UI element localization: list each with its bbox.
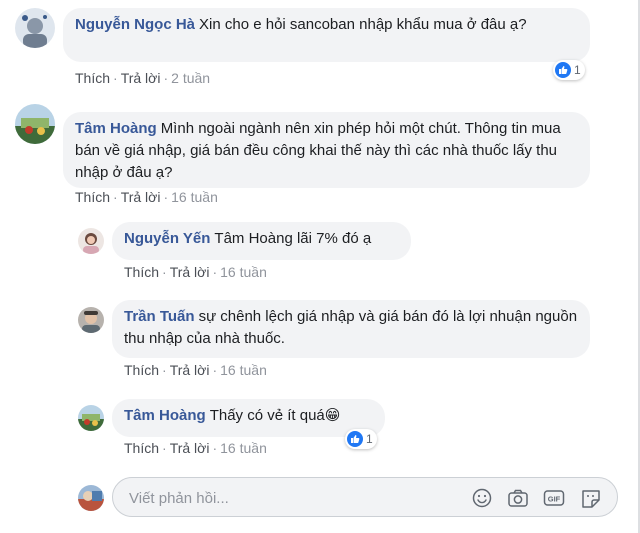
like-icon bbox=[347, 431, 363, 447]
comment-bubble: Tâm Hoàng Mình ngoài ngành nên xin phép h… bbox=[63, 112, 590, 188]
reply-author[interactable]: Nguyễn Yến bbox=[124, 230, 210, 247]
reply-link[interactable]: Trả lời bbox=[170, 362, 210, 378]
svg-text:GIF: GIF bbox=[548, 495, 561, 504]
gif-icon[interactable]: GIF bbox=[543, 488, 565, 508]
avatar[interactable] bbox=[15, 104, 55, 144]
reply-author[interactable]: Tâm Hoàng bbox=[124, 407, 206, 424]
avatar[interactable] bbox=[78, 307, 104, 333]
reply-actions: Thích · Trả lời · 16 tuần bbox=[124, 440, 267, 456]
reply-composer: GIF bbox=[112, 477, 618, 517]
reaction-count[interactable]: 1 bbox=[553, 60, 585, 80]
avatar[interactable] bbox=[15, 8, 55, 48]
reply-link[interactable]: Trả lời bbox=[121, 189, 161, 205]
comment-author[interactable]: Nguyễn Ngọc Hà bbox=[75, 16, 195, 33]
comment-bubble: Nguyễn Ngọc Hà Xin cho e hỏi sancoban nhậ… bbox=[63, 8, 590, 62]
grin-emoji-icon: 😁 bbox=[324, 407, 341, 424]
avatar-image-icon bbox=[15, 104, 55, 144]
avatar[interactable] bbox=[78, 405, 104, 431]
sticker-icon[interactable] bbox=[580, 488, 602, 508]
reply-actions: Thích · Trả lời · 16 tuần bbox=[124, 362, 267, 378]
reply-text: Tâm Hoàng lãi 7% đó ạ bbox=[214, 230, 372, 247]
reaction-number: 1 bbox=[574, 63, 581, 77]
avatar-image-icon bbox=[78, 228, 104, 254]
comment-author[interactable]: Tâm Hoàng bbox=[75, 120, 157, 137]
reply-bubble: Nguyễn Yến Tâm Hoàng lãi 7% đó ạ bbox=[112, 222, 411, 260]
reply-bubble: Trần Tuấn sự chênh lệch giá nhập và giá b… bbox=[112, 300, 590, 358]
reply-text: Thấy có vẻ ít quá bbox=[209, 407, 325, 424]
avatar-image-icon bbox=[78, 307, 104, 333]
comment-actions: Thích · Trả lời · 16 tuần bbox=[75, 189, 218, 205]
reply-link[interactable]: Trả lời bbox=[121, 70, 161, 86]
comment-actions: Thích · Trả lời · 2 tuần bbox=[75, 70, 211, 86]
like-link[interactable]: Thích bbox=[124, 440, 159, 456]
emoji-icon[interactable] bbox=[471, 488, 493, 508]
reply-link[interactable]: Trả lời bbox=[170, 440, 210, 456]
timestamp[interactable]: 16 tuần bbox=[171, 189, 218, 205]
reply-input[interactable] bbox=[127, 487, 461, 509]
avatar-image-icon bbox=[78, 405, 104, 431]
like-icon bbox=[555, 62, 571, 78]
avatar-image-icon bbox=[15, 8, 55, 48]
comment-text: Xin cho e hỏi sancoban nhập khẩu mua ở đ… bbox=[199, 16, 527, 33]
camera-icon[interactable] bbox=[507, 488, 529, 508]
reaction-count[interactable]: 1 bbox=[345, 429, 377, 449]
reply-bubble: Tâm Hoàng Thấy có vẻ ít quá😁 bbox=[112, 399, 385, 437]
like-link[interactable]: Thích bbox=[124, 264, 159, 280]
timestamp[interactable]: 2 tuần bbox=[171, 70, 210, 86]
reply-link[interactable]: Trả lời bbox=[170, 264, 210, 280]
like-link[interactable]: Thích bbox=[75, 70, 110, 86]
like-link[interactable]: Thích bbox=[124, 362, 159, 378]
avatar-image-icon bbox=[78, 485, 104, 511]
current-user-avatar[interactable] bbox=[78, 485, 104, 511]
like-link[interactable]: Thích bbox=[75, 189, 110, 205]
timestamp[interactable]: 16 tuần bbox=[220, 440, 267, 456]
reply-actions: Thích · Trả lời · 16 tuần bbox=[124, 264, 267, 280]
timestamp[interactable]: 16 tuần bbox=[220, 264, 267, 280]
avatar[interactable] bbox=[78, 228, 104, 254]
timestamp[interactable]: 16 tuần bbox=[220, 362, 267, 378]
reply-author[interactable]: Trần Tuấn bbox=[124, 308, 195, 325]
reaction-number: 1 bbox=[366, 432, 373, 446]
